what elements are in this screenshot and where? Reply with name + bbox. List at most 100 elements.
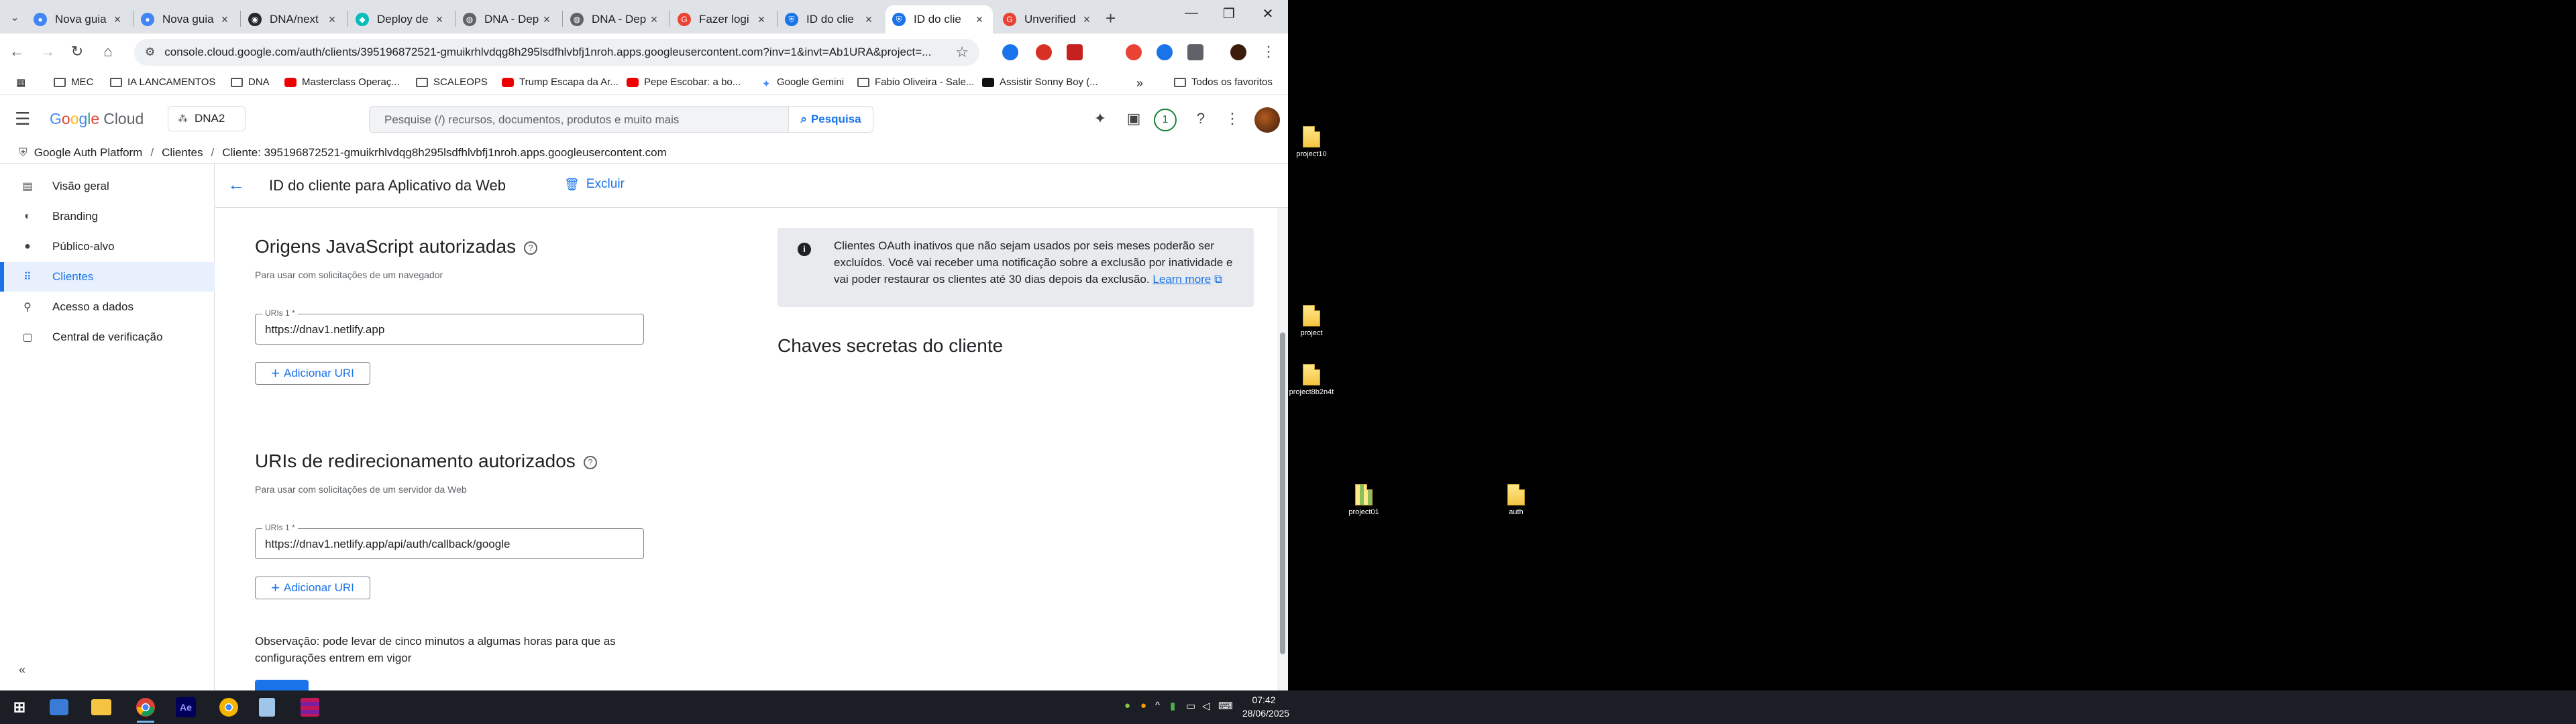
restore-icon[interactable]: ❐ bbox=[1216, 5, 1242, 22]
help-icon[interactable]: ? bbox=[524, 241, 538, 255]
sidebar-item-clients[interactable]: ⠿ Clientes bbox=[0, 262, 215, 292]
sidebar-item-branding[interactable]: ◐ Branding bbox=[0, 202, 215, 231]
profile-avatar[interactable] bbox=[1230, 44, 1246, 60]
after-effects-icon[interactable]: Ae bbox=[176, 697, 196, 717]
file-explorer-icon[interactable] bbox=[91, 699, 111, 715]
redirect-uri-field[interactable]: URIs 1 * https://dnav1.netlify.app/api/a… bbox=[255, 523, 644, 559]
bookmark-item[interactable]: Pepe Escobar: a bo... bbox=[627, 76, 741, 88]
bookmarks-overflow[interactable]: » bbox=[1136, 76, 1143, 90]
tab-search-icon[interactable]: ⌄ bbox=[4, 7, 25, 28]
tray-chevron-icon[interactable]: ^ bbox=[1155, 700, 1160, 711]
extension-icon[interactable] bbox=[1002, 44, 1018, 60]
reload-icon[interactable]: ↻ bbox=[67, 43, 87, 60]
help-icon[interactable]: ? bbox=[583, 455, 597, 469]
tray-app-icon[interactable]: ● bbox=[1124, 700, 1130, 711]
language-icon[interactable]: ⌨ bbox=[1218, 700, 1233, 712]
delete-button[interactable]: 🗑 Excluir bbox=[564, 177, 625, 192]
tab[interactable]: G Unverified × bbox=[996, 5, 1100, 34]
bookmark-item[interactable]: IA LANCAMENTOS bbox=[110, 76, 215, 88]
desktop-icon-project[interactable]: project bbox=[1281, 305, 1342, 337]
desktop-icon-project10[interactable]: project10 bbox=[1281, 126, 1342, 158]
external-link-icon[interactable]: ⧉ bbox=[1214, 273, 1222, 286]
search-input[interactable]: Pesquise (/) recursos, documentos, produ… bbox=[384, 113, 679, 127]
close-icon[interactable]: × bbox=[540, 13, 553, 27]
more-vert-icon[interactable]: ⋮ bbox=[1258, 43, 1279, 60]
extension-icon[interactable] bbox=[1126, 44, 1142, 60]
all-bookmarks[interactable]: Todos os favoritos bbox=[1174, 76, 1273, 88]
clock[interactable]: 07:42 28/06/2025 bbox=[1242, 693, 1289, 720]
bookmark-item[interactable]: MEC bbox=[54, 76, 93, 88]
volume-icon[interactable]: ◁ bbox=[1202, 700, 1210, 712]
close-icon[interactable]: × bbox=[1080, 13, 1093, 27]
back-arrow-icon[interactable]: ← bbox=[227, 174, 245, 195]
sidebar-item-overview[interactable]: ▤ Visão geral bbox=[0, 172, 215, 201]
sidebar-item-audience[interactable]: ● Público-alvo bbox=[0, 232, 215, 261]
tab[interactable]: ● Nova guia × bbox=[27, 5, 131, 34]
tab[interactable]: ◍ DNA - Dep × bbox=[456, 5, 560, 34]
tab-active[interactable]: ⛨ ID do clie × bbox=[885, 5, 993, 34]
close-icon[interactable]: × bbox=[862, 13, 875, 27]
chrome-alt-icon[interactable] bbox=[217, 696, 240, 719]
bookmark-star-icon[interactable]: ☆ bbox=[955, 44, 969, 61]
close-icon[interactable]: × bbox=[325, 13, 339, 27]
sidebar-item-verification[interactable]: ▢ Central de verificação bbox=[0, 322, 215, 352]
scrollbar[interactable] bbox=[1277, 208, 1288, 690]
breadcrumb-item[interactable]: Google Auth Platform bbox=[34, 146, 143, 160]
battery-icon[interactable]: ▮ bbox=[1170, 700, 1175, 712]
close-icon[interactable]: × bbox=[111, 13, 124, 27]
home-icon[interactable]: ⌂ bbox=[98, 43, 118, 60]
extensions-puzzle-icon[interactable] bbox=[1187, 44, 1203, 60]
avatar[interactable] bbox=[1254, 107, 1280, 133]
close-icon[interactable]: × bbox=[218, 13, 231, 27]
bookmark-item[interactable]: Trump Escapa da Ar... bbox=[502, 76, 619, 88]
tab[interactable]: G Fazer logi × bbox=[671, 5, 775, 34]
bookmark-item[interactable]: ✦ Google Gemini bbox=[762, 76, 844, 90]
bookmark-item[interactable]: Fabio Oliveira - Sale... bbox=[857, 76, 974, 88]
extension-icon[interactable] bbox=[1067, 44, 1083, 60]
add-js-origin-button[interactable]: + Adicionar URI bbox=[255, 362, 370, 385]
address-bar[interactable]: ⚙ console.cloud.google.com/auth/clients/… bbox=[134, 39, 979, 66]
winrar-icon[interactable] bbox=[301, 698, 319, 717]
save-button[interactable] bbox=[255, 680, 309, 690]
tab[interactable]: ◉ DNA/next × bbox=[241, 5, 345, 34]
desktop-icon-project01[interactable]: project01 bbox=[1334, 484, 1394, 516]
more-vert-icon[interactable]: ⋮ bbox=[1222, 110, 1242, 127]
site-info-icon[interactable]: ⚙ bbox=[145, 46, 155, 59]
close-icon[interactable]: × bbox=[973, 13, 986, 27]
monitor-icon[interactable] bbox=[50, 699, 68, 715]
gemini-icon[interactable]: ✦ bbox=[1090, 110, 1110, 127]
bookmark-item[interactable]: SCALEOPS bbox=[416, 76, 488, 88]
breadcrumb-item[interactable]: Clientes bbox=[162, 146, 203, 160]
new-tab-icon[interactable]: + bbox=[1106, 8, 1116, 29]
minimize-icon[interactable]: — bbox=[1178, 5, 1205, 21]
help-icon[interactable]: ? bbox=[1191, 110, 1211, 127]
windows-start-icon[interactable]: ⊞ bbox=[8, 696, 31, 719]
tab[interactable]: ⛨ ID do clie × bbox=[778, 5, 882, 34]
close-icon[interactable]: × bbox=[433, 13, 446, 27]
add-redirect-uri-button[interactable]: + Adicionar URI bbox=[255, 577, 370, 599]
project-picker[interactable]: ⁂ DNA2 bbox=[168, 106, 246, 131]
forward-icon[interactable]: → bbox=[38, 43, 58, 60]
bookmark-item[interactable]: Masterclass Operaç... bbox=[284, 76, 400, 88]
tab[interactable]: ● Nova guia × bbox=[134, 5, 238, 34]
desktop-icon-project8b2n4t[interactable]: project8b2n4t bbox=[1281, 364, 1342, 396]
chrome-icon[interactable] bbox=[134, 696, 157, 723]
network-icon[interactable]: ▭ bbox=[1186, 700, 1195, 712]
search-box[interactable]: Pesquise (/) recursos, documentos, produ… bbox=[369, 106, 873, 133]
tab[interactable]: ◍ DNA - Dep × bbox=[564, 5, 667, 34]
menu-icon[interactable]: ☰ bbox=[15, 109, 30, 129]
bookmark-item[interactable]: Assistir Sonny Boy (... bbox=[982, 76, 1098, 88]
tray-app-icon[interactable]: ● bbox=[1140, 700, 1146, 711]
collapse-sidebar-icon[interactable]: « bbox=[19, 663, 25, 677]
js-origin-uri-field[interactable]: URIs 1 * https://dnav1.netlify.app bbox=[255, 308, 644, 345]
cloud-shell-icon[interactable]: ▣ bbox=[1124, 110, 1144, 127]
notifications-badge[interactable]: 1 bbox=[1154, 109, 1177, 131]
bookmark-item[interactable]: DNA bbox=[231, 76, 270, 88]
window-close-icon[interactable]: ✕ bbox=[1254, 5, 1281, 22]
google-cloud-logo[interactable]: Google Cloud bbox=[50, 110, 144, 128]
search-button[interactable]: ⌕ Pesquisa bbox=[788, 107, 873, 132]
close-icon[interactable]: × bbox=[647, 13, 661, 27]
extension-icon[interactable] bbox=[1036, 44, 1052, 60]
desktop-icon-auth[interactable]: auth bbox=[1486, 484, 1546, 516]
sidebar-item-data-access[interactable]: ⚲ Acesso a dados bbox=[0, 292, 215, 322]
